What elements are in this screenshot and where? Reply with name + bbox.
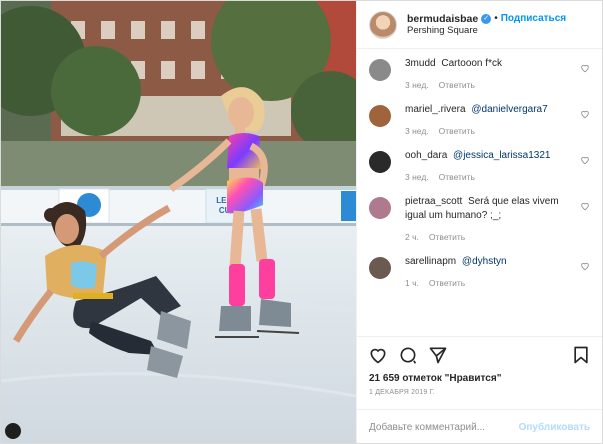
comment-body: pietraa_scott Será que elas vivem igual … (405, 195, 573, 242)
likes-count[interactable]: 21 659 отметок "Нравится" (357, 373, 602, 384)
share-button[interactable] (427, 344, 449, 366)
add-comment-bar: Добавьте комментарий... Опубликовать (357, 409, 602, 444)
post-footer: 21 659 отметок "Нравится" 1 ДЕКАБРЯ 2019… (357, 336, 602, 433)
photo-tag-dot[interactable] (5, 423, 21, 439)
comment-text: pietraa_scott Será que elas vivem igual … (405, 195, 573, 223)
comment-text: sarellinapm @dyhstyn (405, 255, 573, 269)
comment-meta: 2 ч. Ответить (405, 232, 573, 242)
comment-text: ooh_dara @jessica_larissa1321 (405, 149, 573, 163)
comment-button[interactable] (397, 344, 419, 366)
header-separator: • (494, 12, 498, 24)
commenter-avatar[interactable] (369, 105, 391, 127)
commenter-avatar[interactable] (369, 257, 391, 279)
post-photo[interactable]: LEARN CURL (1, 1, 356, 443)
comment-message: Cartooon f*ck (441, 58, 502, 69)
post-header: bermudaisbae ✓ • Подписаться Pershing Sq… (357, 1, 602, 49)
commenter-username[interactable]: mariel_.rivera (405, 104, 466, 115)
post-date: 1 ДЕКАБРЯ 2019 Г. (369, 389, 435, 396)
instagram-post: LEARN CURL (0, 0, 603, 444)
comment-input[interactable]: Добавьте комментарий... (369, 422, 519, 433)
comment-mention[interactable]: @jessica_larissa1321 (453, 150, 550, 161)
reply-button[interactable]: Ответить (439, 126, 475, 136)
commenter-username[interactable]: sarellinapm (405, 256, 456, 267)
comments-list[interactable]: 3mudd Cartooon f*ck 3 нед. Ответить marie… (357, 49, 602, 336)
comment-item: mariel_.rivera @danielvergara7 3 нед. Отв… (369, 103, 590, 136)
comment-item: pietraa_scott Será que elas vivem igual … (369, 195, 590, 242)
comment-mention[interactable]: @danielvergara7 (471, 104, 547, 115)
comment-body: 3mudd Cartooon f*ck 3 нед. Ответить (405, 57, 573, 90)
comment-bubble-icon (400, 347, 417, 364)
bookmark-icon (574, 346, 588, 364)
author-info: bermudaisbae ✓ • Подписаться Pershing Sq… (407, 13, 566, 37)
commenter-avatar[interactable] (369, 151, 391, 173)
like-button[interactable] (367, 344, 389, 366)
comment-body: mariel_.rivera @danielvergara7 3 нед. Отв… (405, 103, 573, 136)
publish-button[interactable]: Опубликовать (519, 422, 590, 433)
comment-time: 3 нед. (405, 80, 429, 90)
comment-like-heart-icon[interactable] (580, 261, 590, 271)
commenter-avatar[interactable] (369, 197, 391, 219)
comment-text: mariel_.rivera @danielvergara7 (405, 103, 573, 117)
post-side-panel: bermudaisbae ✓ • Подписаться Pershing Sq… (356, 1, 602, 443)
comment-text: 3mudd Cartooon f*ck (405, 57, 573, 71)
paper-plane-icon (429, 347, 447, 364)
comment-like-heart-icon[interactable] (580, 201, 590, 211)
reply-button[interactable]: Ответить (439, 172, 475, 182)
comment-meta: 1 ч. Ответить (405, 278, 573, 288)
commenter-username[interactable]: 3mudd (405, 58, 436, 69)
commenter-username[interactable]: pietraa_scott (405, 196, 462, 207)
reply-button[interactable]: Ответить (439, 80, 475, 90)
comment-like-heart-icon[interactable] (580, 155, 590, 165)
comment-body: sarellinapm @dyhstyn 1 ч. Ответить (405, 255, 573, 288)
comment-item: sarellinapm @dyhstyn 1 ч. Ответить (369, 255, 590, 288)
comment-like-heart-icon[interactable] (580, 109, 590, 119)
heart-icon (370, 348, 386, 364)
verified-badge-icon: ✓ (481, 13, 492, 24)
comment-meta: 3 нед. Ответить (405, 126, 573, 136)
author-username[interactable]: bermudaisbae (407, 13, 478, 26)
comment-time: 1 ч. (405, 278, 419, 288)
follow-button[interactable]: Подписаться (501, 13, 566, 25)
post-location[interactable]: Pershing Square (407, 25, 566, 36)
commenter-avatar[interactable] (369, 59, 391, 81)
reply-button[interactable]: Ответить (429, 232, 465, 242)
comment-time: 3 нед. (405, 126, 429, 136)
action-bar (357, 337, 602, 373)
commenter-username[interactable]: ooh_dara (405, 150, 447, 161)
comment-item: 3mudd Cartooon f*ck 3 нед. Ответить (369, 57, 590, 90)
comment-meta: 3 нед. Ответить (405, 80, 573, 90)
author-row: bermudaisbae ✓ • Подписаться (407, 13, 566, 26)
ice-rink-scene: LEARN CURL (1, 1, 356, 443)
author-avatar[interactable] (369, 10, 397, 39)
comment-body: ooh_dara @jessica_larissa1321 3 нед. Отве… (405, 149, 573, 182)
reply-button[interactable]: Ответить (429, 278, 465, 288)
comment-mention[interactable]: @dyhstyn (462, 256, 507, 267)
save-button[interactable] (570, 344, 592, 366)
comment-time: 3 нед. (405, 172, 429, 182)
comment-time: 2 ч. (405, 232, 419, 242)
comment-item: ooh_dara @jessica_larissa1321 3 нед. Отве… (369, 149, 590, 182)
comment-like-heart-icon[interactable] (580, 63, 590, 73)
comment-meta: 3 нед. Ответить (405, 172, 573, 182)
